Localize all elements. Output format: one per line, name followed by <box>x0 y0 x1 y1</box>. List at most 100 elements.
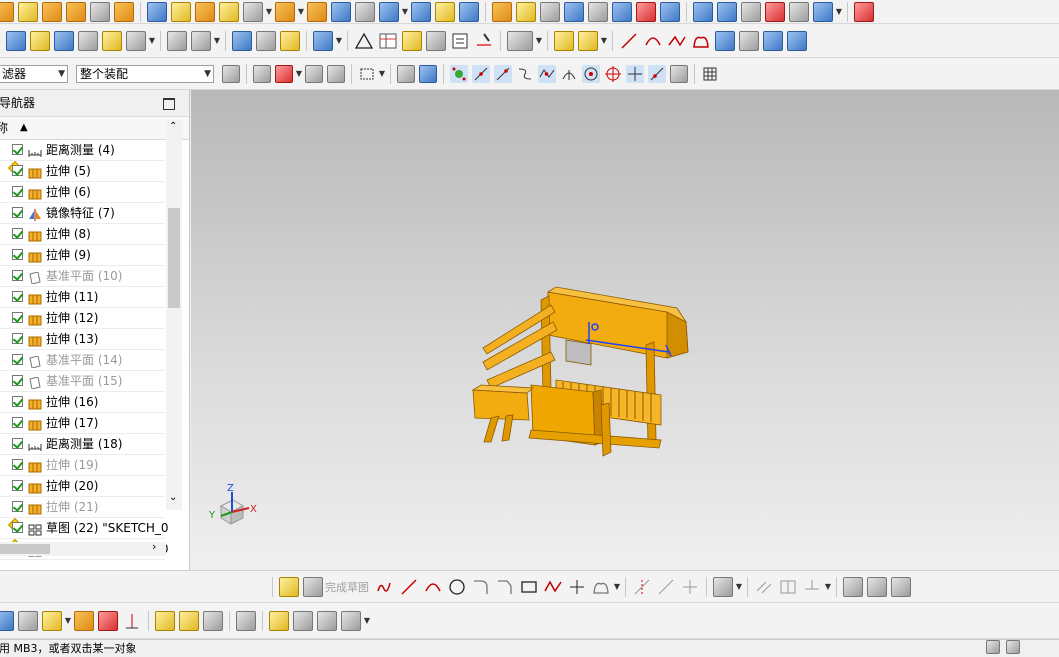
point-icon[interactable] <box>567 577 587 597</box>
sheet-metal-icon[interactable] <box>6 30 26 51</box>
swept-icon[interactable] <box>693 1 713 22</box>
patch-icon[interactable] <box>564 1 584 22</box>
visibility-checkbox[interactable] <box>12 438 23 449</box>
rectangle-icon[interactable] <box>519 577 539 597</box>
sketch-icon[interactable] <box>279 576 299 597</box>
column-header[interactable]: 称 ▲ <box>0 117 189 140</box>
new-component-icon[interactable] <box>74 610 94 631</box>
tree-node[interactable]: 基准平面 (14) <box>0 350 165 371</box>
trimmed-sheet-icon[interactable] <box>813 1 833 22</box>
text-icon[interactable] <box>126 30 146 51</box>
link-icon[interactable] <box>269 610 289 631</box>
tolerance-10h7-icon[interactable] <box>507 30 533 51</box>
maximize-icon[interactable] <box>163 98 175 110</box>
graphics-viewport[interactable]: Z X Y <box>191 90 1059 570</box>
visibility-checkbox[interactable] <box>12 270 23 281</box>
dropdown-arrow-icon[interactable]: ▼ <box>401 7 409 16</box>
snap-on-curve-icon[interactable] <box>648 64 666 83</box>
snap-on-face-icon[interactable] <box>670 64 688 83</box>
snap-center-icon[interactable] <box>582 64 600 83</box>
hole-icon[interactable] <box>90 1 110 22</box>
scroll-right-icon[interactable]: › <box>152 540 156 553</box>
document-icon[interactable] <box>450 31 470 51</box>
settings-icon[interactable] <box>222 64 240 83</box>
edge-blend-icon[interactable] <box>492 1 512 22</box>
tree-node[interactable]: 拉伸 (21) <box>0 497 165 518</box>
pattern-icon[interactable] <box>195 1 215 22</box>
snap-curve-icon[interactable] <box>516 65 534 83</box>
perpendicular-constraint-icon[interactable] <box>778 577 798 597</box>
visibility-checkbox[interactable] <box>12 417 23 428</box>
cylinder-icon[interactable] <box>435 1 455 22</box>
dropdown-arrow-icon[interactable]: ▼ <box>265 7 273 16</box>
snap-endpoint-icon[interactable] <box>450 64 468 83</box>
component-list-icon[interactable] <box>18 610 38 631</box>
extension-icon[interactable] <box>765 1 785 22</box>
tree-node[interactable]: 镜像特征 (7) <box>0 203 165 224</box>
visibility-checkbox[interactable] <box>12 207 23 218</box>
through-curves-icon[interactable] <box>636 1 656 22</box>
shell-icon[interactable] <box>379 1 399 22</box>
offset-curve-icon[interactable] <box>691 31 711 51</box>
chamfer-icon[interactable] <box>307 1 327 22</box>
assembly-constraint-icon[interactable] <box>54 30 74 51</box>
visibility-checkbox[interactable] <box>12 333 23 344</box>
tree-node[interactable]: 拉伸 (13) <box>0 329 165 350</box>
snap-control-point-icon[interactable] <box>494 64 512 83</box>
snap-midpoint-icon[interactable] <box>472 64 490 83</box>
dropdown-arrow-icon[interactable]: ▼ <box>213 36 221 45</box>
combine-icon[interactable] <box>243 1 263 22</box>
tree-node[interactable]: 拉伸 (20) <box>0 476 165 497</box>
vertical-scrollbar[interactable]: ⌃ ⌄ <box>166 120 182 510</box>
part-icon[interactable] <box>0 1 14 22</box>
add-component-icon[interactable] <box>102 30 122 51</box>
dropdown-arrow-icon[interactable]: ▼ <box>835 7 843 16</box>
visibility-checkbox[interactable] <box>12 354 23 365</box>
dropdown-arrow-icon[interactable]: ▼ <box>64 616 72 625</box>
visibility-checkbox[interactable] <box>12 186 23 197</box>
sketch-feature-icon[interactable] <box>18 1 38 22</box>
exploded-view-icon[interactable] <box>236 610 256 631</box>
tree-node[interactable]: 基准平面 (10) <box>0 266 165 287</box>
close-icon[interactable] <box>854 1 874 22</box>
visibility-checkbox[interactable] <box>12 459 23 470</box>
curve-on-surface-icon[interactable] <box>763 30 783 51</box>
visibility-checkbox[interactable] <box>12 144 23 155</box>
boss-icon[interactable] <box>114 1 134 22</box>
sew-icon[interactable] <box>540 1 560 22</box>
tree-node[interactable]: 拉伸 (19) <box>0 455 165 476</box>
dimension-icon[interactable] <box>474 31 494 51</box>
profile-icon[interactable] <box>375 577 395 597</box>
scroll-up-icon[interactable]: ⌃ <box>169 121 177 132</box>
tree-node[interactable]: 拉伸 (11) <box>0 287 165 308</box>
make-corner-icon[interactable] <box>680 577 700 597</box>
tree-node[interactable]: 拉伸 (9) <box>0 245 165 266</box>
horizontal-scrollbar[interactable]: › <box>0 540 166 556</box>
tree-node[interactable]: 拉伸 (16) <box>0 392 165 413</box>
dropdown-arrow-icon[interactable]: ▼ <box>335 36 343 45</box>
dropdown-arrow-icon[interactable]: ▼ <box>613 582 621 591</box>
snap-icon[interactable] <box>327 64 345 83</box>
visibility-checkbox[interactable] <box>12 228 23 239</box>
dropdown-arrow-icon[interactable]: ▼ <box>297 7 305 16</box>
extrude-icon[interactable] <box>42 1 62 22</box>
ruled-icon[interactable] <box>717 1 737 22</box>
polygon-icon[interactable] <box>543 577 563 597</box>
3d-model[interactable] <box>471 286 689 457</box>
triangle-icon[interactable] <box>354 31 374 51</box>
visibility-checkbox[interactable] <box>12 480 23 491</box>
note-icon[interactable] <box>30 30 50 51</box>
trim-body-icon[interactable] <box>275 1 295 22</box>
tree-node[interactable]: 草图 (22) "SKETCH_0 <box>0 517 169 539</box>
quick-extend-icon[interactable] <box>656 577 676 597</box>
type-filter-combo[interactable]: 滤器 ▼ <box>0 64 68 83</box>
move-assembly-icon[interactable] <box>179 610 199 631</box>
coil-icon[interactable] <box>256 30 276 51</box>
offset-sketch-icon[interactable] <box>591 577 611 597</box>
snap-intersection-icon[interactable] <box>538 64 556 83</box>
visibility-checkbox[interactable] <box>12 375 23 386</box>
show-constraints-icon[interactable] <box>867 576 887 597</box>
subassembly-icon[interactable] <box>578 30 598 51</box>
parallel-constraint-icon[interactable] <box>754 577 774 597</box>
lasso-icon[interactable] <box>305 64 323 83</box>
